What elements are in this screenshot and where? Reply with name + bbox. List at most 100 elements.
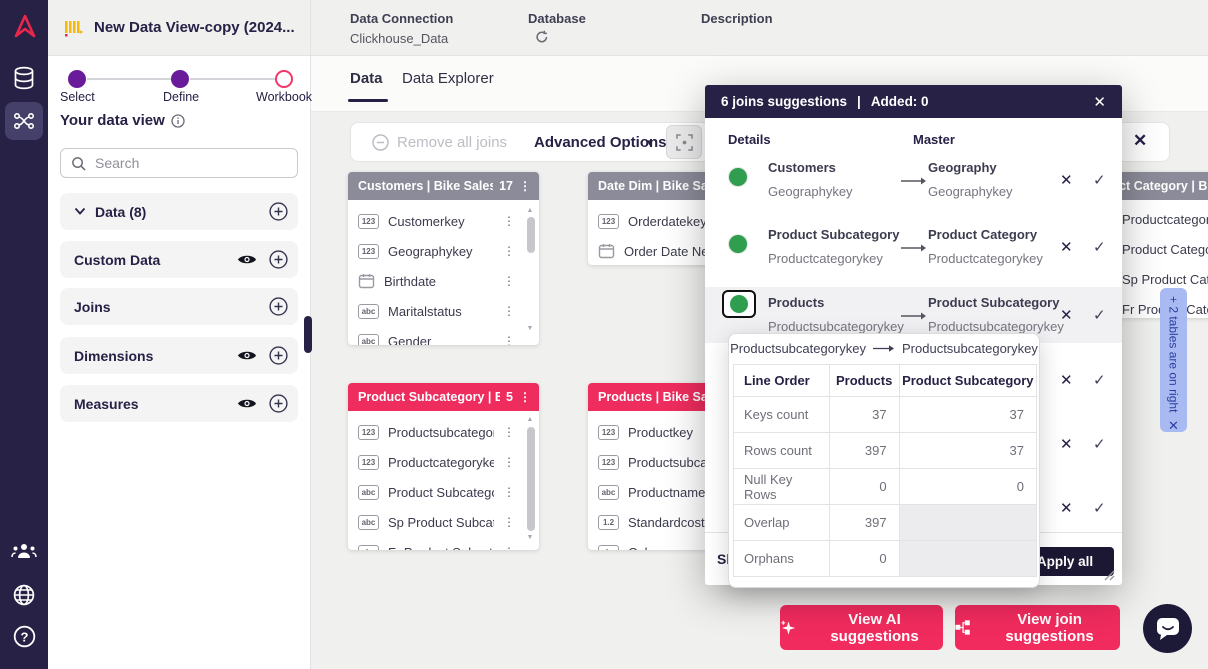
accept-join-icon[interactable]: ✓ <box>1093 499 1106 517</box>
kebab-menu-icon[interactable]: ⋮ <box>519 179 531 193</box>
accept-join-icon[interactable]: ✓ <box>1093 306 1106 324</box>
data-view-header[interactable]: New Data View-copy (2024... <box>48 0 310 56</box>
kebab-menu-icon[interactable]: ⋮ <box>503 334 515 345</box>
scroll-down-icon[interactable]: ▼ <box>524 325 536 332</box>
accordion-joins[interactable]: Joins <box>60 288 298 325</box>
plus-circle-icon[interactable] <box>269 250 288 269</box>
accordion-measures[interactable]: Measures <box>60 385 298 422</box>
accept-join-icon[interactable]: ✓ <box>1093 435 1106 453</box>
people-icon[interactable] <box>0 541 48 561</box>
eye-icon[interactable] <box>237 253 257 266</box>
table-card-header[interactable]: Product Subcategory | Bik... 5 ⋮ <box>348 383 539 411</box>
close-icon[interactable]: ✕ <box>1093 93 1106 111</box>
plus-circle-icon[interactable] <box>269 394 288 413</box>
field-row[interactable]: 123 Productcategorykey ⋮ <box>348 447 539 477</box>
kebab-menu-icon[interactable]: ⋮ <box>503 214 515 228</box>
panel-resize-handle[interactable] <box>304 316 312 353</box>
scroll-down-icon[interactable]: ▼ <box>524 534 536 541</box>
accordion-dimensions[interactable]: Dimensions <box>60 337 298 374</box>
accordion-data[interactable]: Data (8) <box>60 193 298 230</box>
scrollbar-thumb[interactable] <box>527 427 535 531</box>
eye-icon[interactable] <box>237 397 257 410</box>
kebab-menu-icon[interactable]: ⋮ <box>519 390 531 404</box>
tab-data-explorer[interactable]: Data Explorer <box>402 70 494 87</box>
view-join-suggestions-button[interactable]: View join suggestions <box>955 605 1120 650</box>
stats-row: Orphans 0 <box>734 541 1037 577</box>
table-card-product-subcategory[interactable]: Product Subcategory | Bik... 5 ⋮ 123 Pro… <box>348 383 539 550</box>
table-title: Product Subcategory | Bik... <box>358 390 500 404</box>
accept-join-icon[interactable]: ✓ <box>1093 371 1106 389</box>
text-type-icon: abc <box>358 545 379 551</box>
kebab-menu-icon[interactable]: ⋮ <box>503 304 515 318</box>
arrow-right-icon <box>901 243 927 253</box>
view-ai-suggestions-button[interactable]: View AI suggestions <box>780 605 943 650</box>
search-box[interactable] <box>60 148 298 178</box>
reject-join-icon[interactable]: ✕ <box>1060 499 1073 517</box>
refresh-icon[interactable] <box>535 30 549 44</box>
reject-join-icon[interactable]: ✕ <box>1060 371 1073 389</box>
scroll-up-icon[interactable]: ▲ <box>524 416 536 423</box>
join-stats-popup: Productsubcategorykey Productsubcategory… <box>728 333 1040 588</box>
table-card-header[interactable]: Customers | Bike Sales 17 ⋮ <box>348 172 539 200</box>
close-icon[interactable]: ✕ <box>1168 418 1179 434</box>
field-row[interactable]: abc Gender ⋮ <box>348 326 539 345</box>
reject-join-icon[interactable]: ✕ <box>1060 435 1073 453</box>
master-key: Geographykey <box>928 184 1013 199</box>
caret-down-icon: ▾ <box>647 136 653 149</box>
brand-logo[interactable] <box>0 12 48 40</box>
globe-icon[interactable] <box>0 583 48 607</box>
reject-join-icon[interactable]: ✕ <box>1060 306 1073 324</box>
accept-join-icon[interactable]: ✓ <box>1093 171 1106 189</box>
resize-handle-icon[interactable] <box>1104 570 1115 581</box>
detail-table-name: Product Subcategory <box>768 227 899 242</box>
field-row[interactable]: abc Product Subcategory ⋮ <box>348 477 539 507</box>
data-connection-value: Clickhouse_Data <box>350 31 448 46</box>
field-count: 17 <box>499 179 513 193</box>
field-row[interactable]: 123 Customerkey ⋮ <box>348 206 539 236</box>
join-enabled-toggle[interactable] <box>729 168 747 186</box>
chat-launcher[interactable] <box>1143 604 1192 653</box>
table-card-customers[interactable]: Customers | Bike Sales 17 ⋮ 123 Customer… <box>348 172 539 345</box>
tables-on-right-badge[interactable]: + 2 tables are on right ✕ <box>1160 288 1187 432</box>
modal-header[interactable]: 6 joins suggestions | Added: 0 ✕ <box>705 85 1122 118</box>
reject-join-icon[interactable]: ✕ <box>1060 171 1073 189</box>
close-icon[interactable]: ✕ <box>1133 131 1147 151</box>
step-select-dot[interactable] <box>68 70 86 88</box>
field-row[interactable]: Birthdate ⋮ <box>348 266 539 296</box>
kebab-menu-icon[interactable]: ⋮ <box>503 274 515 288</box>
join-editor-tab-active[interactable] <box>5 102 43 140</box>
join-enabled-toggle[interactable] <box>729 235 747 253</box>
field-row[interactable]: 123 Productsubcategory... ⋮ <box>348 417 539 447</box>
plus-circle-icon[interactable] <box>269 346 288 365</box>
data-view-title: New Data View-copy (2024... <box>94 19 295 36</box>
field-row[interactable]: abc Fr Product Subcateg... ⋮ <box>348 537 539 550</box>
kebab-menu-icon[interactable]: ⋮ <box>503 455 515 469</box>
tab-data[interactable]: Data <box>350 70 383 87</box>
step-define-dot[interactable] <box>171 70 189 88</box>
field-row[interactable]: 123 Geographykey ⋮ <box>348 236 539 266</box>
accordion-custom-data[interactable]: Custom Data <box>60 241 298 278</box>
accordion-data-label: Data (8) <box>95 204 269 220</box>
eye-icon[interactable] <box>237 349 257 362</box>
info-icon[interactable] <box>171 114 185 128</box>
plus-circle-icon[interactable] <box>269 297 288 316</box>
help-icon[interactable]: ? <box>0 624 48 649</box>
kebab-menu-icon[interactable]: ⋮ <box>503 545 515 550</box>
kebab-menu-icon[interactable]: ⋮ <box>503 244 515 258</box>
join-enabled-toggle-focused[interactable] <box>722 290 756 318</box>
step-workbook-dot[interactable] <box>275 70 293 88</box>
kebab-menu-icon[interactable]: ⋮ <box>503 515 515 529</box>
data-sources-icon[interactable] <box>0 66 48 92</box>
fit-to-screen-button[interactable] <box>666 125 702 159</box>
reject-join-icon[interactable]: ✕ <box>1060 238 1073 256</box>
scroll-up-icon[interactable]: ▲ <box>524 207 536 214</box>
field-row[interactable]: abc Maritalstatus ⋮ <box>348 296 539 326</box>
kebab-menu-icon[interactable]: ⋮ <box>503 485 515 499</box>
field-row[interactable]: abc Sp Product Subcateg... ⋮ <box>348 507 539 537</box>
scrollbar-thumb[interactable] <box>527 217 535 253</box>
search-input[interactable] <box>95 155 265 171</box>
remove-all-joins-button[interactable]: Remove all joins <box>397 134 507 151</box>
plus-circle-icon[interactable] <box>269 202 288 221</box>
accept-join-icon[interactable]: ✓ <box>1093 238 1106 256</box>
kebab-menu-icon[interactable]: ⋮ <box>503 425 515 439</box>
